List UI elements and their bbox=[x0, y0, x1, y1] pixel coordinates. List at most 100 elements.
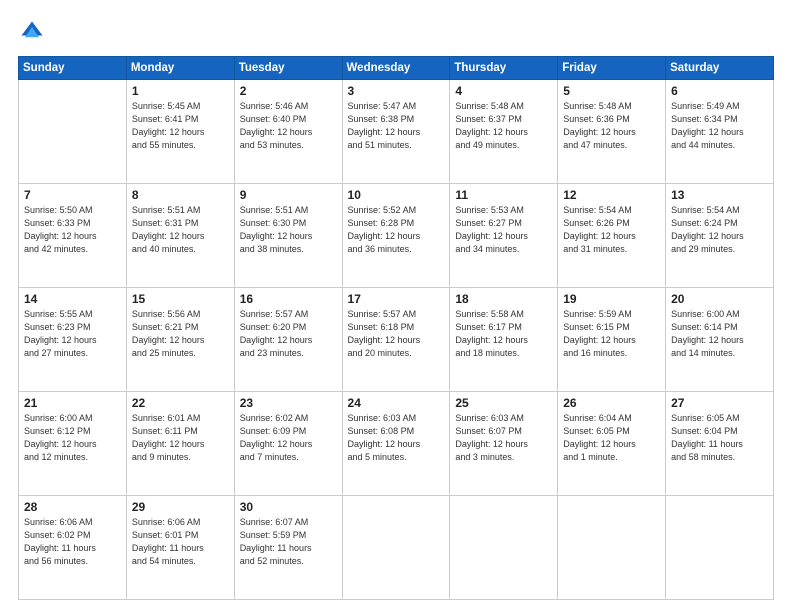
day-number: 13 bbox=[671, 188, 768, 202]
day-number: 16 bbox=[240, 292, 337, 306]
day-cell: 23 Sunrise: 6:02 AM Sunset: 6:09 PM Dayli… bbox=[234, 392, 342, 496]
day-cell: 16 Sunrise: 5:57 AM Sunset: 6:20 PM Dayli… bbox=[234, 288, 342, 392]
day-number: 7 bbox=[24, 188, 121, 202]
day-info: Sunrise: 5:45 AM Sunset: 6:41 PM Dayligh… bbox=[132, 100, 229, 152]
day-info: Sunrise: 5:47 AM Sunset: 6:38 PM Dayligh… bbox=[348, 100, 445, 152]
day-cell: 27 Sunrise: 6:05 AM Sunset: 6:04 PM Dayli… bbox=[666, 392, 774, 496]
weekday-thursday: Thursday bbox=[450, 57, 558, 80]
day-cell: 19 Sunrise: 5:59 AM Sunset: 6:15 PM Dayli… bbox=[558, 288, 666, 392]
day-cell bbox=[450, 496, 558, 600]
day-cell: 7 Sunrise: 5:50 AM Sunset: 6:33 PM Daylig… bbox=[19, 184, 127, 288]
day-info: Sunrise: 5:53 AM Sunset: 6:27 PM Dayligh… bbox=[455, 204, 552, 256]
day-number: 9 bbox=[240, 188, 337, 202]
day-info: Sunrise: 6:05 AM Sunset: 6:04 PM Dayligh… bbox=[671, 412, 768, 464]
day-info: Sunrise: 6:01 AM Sunset: 6:11 PM Dayligh… bbox=[132, 412, 229, 464]
day-info: Sunrise: 5:55 AM Sunset: 6:23 PM Dayligh… bbox=[24, 308, 121, 360]
day-number: 6 bbox=[671, 84, 768, 98]
day-info: Sunrise: 5:46 AM Sunset: 6:40 PM Dayligh… bbox=[240, 100, 337, 152]
day-number: 15 bbox=[132, 292, 229, 306]
day-number: 26 bbox=[563, 396, 660, 410]
week-row-4: 28 Sunrise: 6:06 AM Sunset: 6:02 PM Dayli… bbox=[19, 496, 774, 600]
day-cell: 28 Sunrise: 6:06 AM Sunset: 6:02 PM Dayli… bbox=[19, 496, 127, 600]
day-info: Sunrise: 5:50 AM Sunset: 6:33 PM Dayligh… bbox=[24, 204, 121, 256]
day-info: Sunrise: 5:57 AM Sunset: 6:18 PM Dayligh… bbox=[348, 308, 445, 360]
day-info: Sunrise: 6:02 AM Sunset: 6:09 PM Dayligh… bbox=[240, 412, 337, 464]
day-info: Sunrise: 6:00 AM Sunset: 6:12 PM Dayligh… bbox=[24, 412, 121, 464]
day-cell: 24 Sunrise: 6:03 AM Sunset: 6:08 PM Dayli… bbox=[342, 392, 450, 496]
logo bbox=[18, 18, 50, 46]
week-row-1: 7 Sunrise: 5:50 AM Sunset: 6:33 PM Daylig… bbox=[19, 184, 774, 288]
day-number: 12 bbox=[563, 188, 660, 202]
day-cell: 29Sunrise: 6:06 AM Sunset: 6:01 PM Dayli… bbox=[126, 496, 234, 600]
day-info: Sunrise: 6:06 AM Sunset: 6:02 PM Dayligh… bbox=[24, 516, 121, 568]
calendar-table: SundayMondayTuesdayWednesdayThursdayFrid… bbox=[18, 56, 774, 600]
day-number: 11 bbox=[455, 188, 552, 202]
day-number: 19 bbox=[563, 292, 660, 306]
day-cell: 11 Sunrise: 5:53 AM Sunset: 6:27 PM Dayli… bbox=[450, 184, 558, 288]
day-info: Sunrise: 5:58 AM Sunset: 6:17 PM Dayligh… bbox=[455, 308, 552, 360]
day-cell bbox=[342, 496, 450, 600]
day-info: Sunrise: 5:54 AM Sunset: 6:24 PM Dayligh… bbox=[671, 204, 768, 256]
day-number: 2 bbox=[240, 84, 337, 98]
weekday-tuesday: Tuesday bbox=[234, 57, 342, 80]
day-info: Sunrise: 5:48 AM Sunset: 6:37 PM Dayligh… bbox=[455, 100, 552, 152]
weekday-saturday: Saturday bbox=[666, 57, 774, 80]
day-number: 14 bbox=[24, 292, 121, 306]
day-info: Sunrise: 6:07 AM Sunset: 5:59 PM Dayligh… bbox=[240, 516, 337, 568]
weekday-sunday: Sunday bbox=[19, 57, 127, 80]
day-info: Sunrise: 5:51 AM Sunset: 6:31 PM Dayligh… bbox=[132, 204, 229, 256]
day-info: Sunrise: 5:52 AM Sunset: 6:28 PM Dayligh… bbox=[348, 204, 445, 256]
day-cell: 21 Sunrise: 6:00 AM Sunset: 6:12 PM Dayli… bbox=[19, 392, 127, 496]
header bbox=[18, 18, 774, 46]
day-number: 22 bbox=[132, 396, 229, 410]
weekday-friday: Friday bbox=[558, 57, 666, 80]
week-row-2: 14 Sunrise: 5:55 AM Sunset: 6:23 PM Dayli… bbox=[19, 288, 774, 392]
day-cell: 5 Sunrise: 5:48 AM Sunset: 6:36 PM Daylig… bbox=[558, 80, 666, 184]
day-cell: 15 Sunrise: 5:56 AM Sunset: 6:21 PM Dayli… bbox=[126, 288, 234, 392]
day-number: 21 bbox=[24, 396, 121, 410]
day-number: 10 bbox=[348, 188, 445, 202]
day-info: Sunrise: 5:49 AM Sunset: 6:34 PM Dayligh… bbox=[671, 100, 768, 152]
day-number: 27 bbox=[671, 396, 768, 410]
day-info: Sunrise: 5:54 AM Sunset: 6:26 PM Dayligh… bbox=[563, 204, 660, 256]
logo-icon bbox=[18, 18, 46, 46]
day-cell: 10 Sunrise: 5:52 AM Sunset: 6:28 PM Dayli… bbox=[342, 184, 450, 288]
day-cell: 25 Sunrise: 6:03 AM Sunset: 6:07 PM Dayli… bbox=[450, 392, 558, 496]
weekday-header-row: SundayMondayTuesdayWednesdayThursdayFrid… bbox=[19, 57, 774, 80]
day-info: Sunrise: 5:56 AM Sunset: 6:21 PM Dayligh… bbox=[132, 308, 229, 360]
day-info: Sunrise: 5:48 AM Sunset: 6:36 PM Dayligh… bbox=[563, 100, 660, 152]
day-number: 24 bbox=[348, 396, 445, 410]
day-cell: 26 Sunrise: 6:04 AM Sunset: 6:05 PM Dayli… bbox=[558, 392, 666, 496]
day-cell: 17 Sunrise: 5:57 AM Sunset: 6:18 PM Dayli… bbox=[342, 288, 450, 392]
week-row-3: 21 Sunrise: 6:00 AM Sunset: 6:12 PM Dayli… bbox=[19, 392, 774, 496]
day-number: 17 bbox=[348, 292, 445, 306]
day-info: Sunrise: 6:00 AM Sunset: 6:14 PM Dayligh… bbox=[671, 308, 768, 360]
day-cell: 4 Sunrise: 5:48 AM Sunset: 6:37 PM Daylig… bbox=[450, 80, 558, 184]
day-number: 23 bbox=[240, 396, 337, 410]
day-cell: 9Sunrise: 5:51 AM Sunset: 6:30 PM Daylig… bbox=[234, 184, 342, 288]
day-number: 8 bbox=[132, 188, 229, 202]
day-cell bbox=[558, 496, 666, 600]
day-info: Sunrise: 6:04 AM Sunset: 6:05 PM Dayligh… bbox=[563, 412, 660, 464]
week-row-0: 1Sunrise: 5:45 AM Sunset: 6:41 PM Daylig… bbox=[19, 80, 774, 184]
day-number: 4 bbox=[455, 84, 552, 98]
day-cell: 20 Sunrise: 6:00 AM Sunset: 6:14 PM Dayli… bbox=[666, 288, 774, 392]
day-info: Sunrise: 6:03 AM Sunset: 6:07 PM Dayligh… bbox=[455, 412, 552, 464]
weekday-monday: Monday bbox=[126, 57, 234, 80]
day-number: 28 bbox=[24, 500, 121, 514]
day-cell bbox=[19, 80, 127, 184]
day-info: Sunrise: 5:59 AM Sunset: 6:15 PM Dayligh… bbox=[563, 308, 660, 360]
day-cell: 1Sunrise: 5:45 AM Sunset: 6:41 PM Daylig… bbox=[126, 80, 234, 184]
day-number: 25 bbox=[455, 396, 552, 410]
day-number: 20 bbox=[671, 292, 768, 306]
day-number: 3 bbox=[348, 84, 445, 98]
day-cell: 13 Sunrise: 5:54 AM Sunset: 6:24 PM Dayli… bbox=[666, 184, 774, 288]
day-cell: 2 Sunrise: 5:46 AM Sunset: 6:40 PM Daylig… bbox=[234, 80, 342, 184]
day-number: 30 bbox=[240, 500, 337, 514]
weekday-wednesday: Wednesday bbox=[342, 57, 450, 80]
day-info: Sunrise: 6:06 AM Sunset: 6:01 PM Dayligh… bbox=[132, 516, 229, 568]
day-info: Sunrise: 6:03 AM Sunset: 6:08 PM Dayligh… bbox=[348, 412, 445, 464]
day-number: 5 bbox=[563, 84, 660, 98]
day-info: Sunrise: 5:57 AM Sunset: 6:20 PM Dayligh… bbox=[240, 308, 337, 360]
day-cell: 30 Sunrise: 6:07 AM Sunset: 5:59 PM Dayli… bbox=[234, 496, 342, 600]
